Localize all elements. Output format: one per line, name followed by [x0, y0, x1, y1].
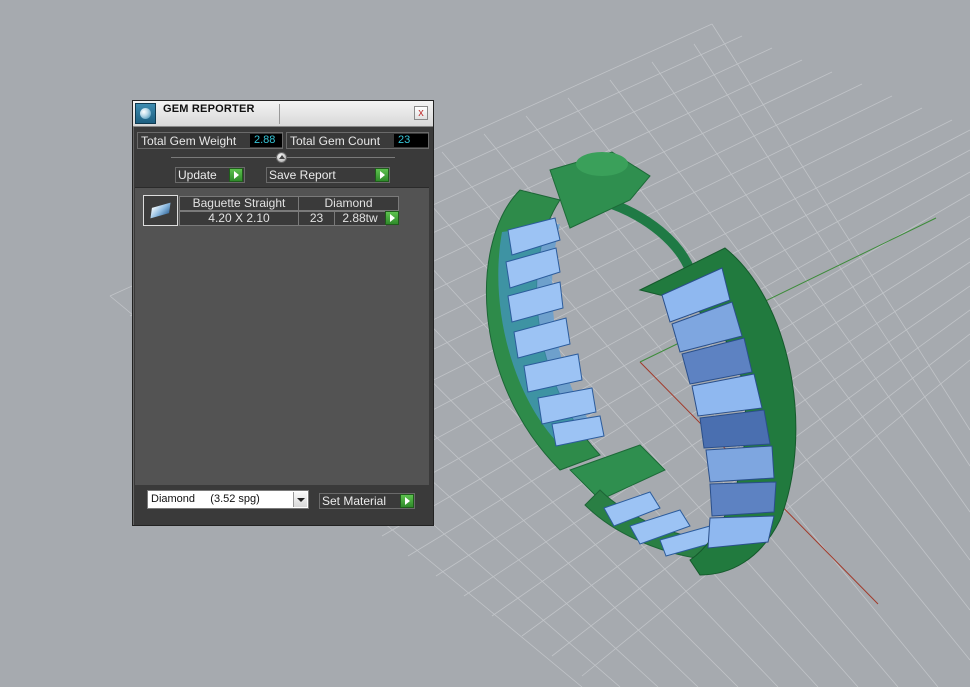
title-bar[interactable]: GEM REPORTER x: [133, 101, 433, 127]
gem-list: Baguette Straight Diamond 4.20 X 2.10 23…: [135, 187, 429, 485]
title-divider: [279, 104, 280, 124]
close-icon[interactable]: x: [414, 106, 428, 120]
material-select[interactable]: Diamond (3.52 spg): [147, 490, 309, 509]
splitter-knob-icon[interactable]: [276, 152, 287, 163]
update-button[interactable]: Update: [175, 167, 245, 183]
total-gem-count-field: Total Gem Count 23: [286, 132, 429, 149]
gem-row-play-arrow-icon[interactable]: [385, 211, 399, 225]
gem-size-cell: 4.20 X 2.10: [179, 211, 299, 226]
gem-reporter-panel: GEM REPORTER x Total Gem Weight 2.88 Tot…: [132, 100, 434, 526]
gem-shape-cell: Baguette Straight: [179, 196, 299, 211]
material-select-value: Diamond (3.52 spg): [151, 493, 260, 505]
total-gem-count-label: Total Gem Count: [290, 134, 381, 148]
save-report-label: Save Report: [269, 168, 336, 182]
panel-title: GEM REPORTER: [163, 103, 255, 115]
gem-material-cell: Diamond: [298, 196, 399, 211]
gem-count-cell: 23: [298, 211, 335, 226]
total-gem-weight-label: Total Gem Weight: [141, 134, 237, 148]
save-report-button[interactable]: Save Report: [266, 167, 390, 183]
total-gem-weight-field: Total Gem Weight 2.88: [137, 132, 283, 149]
set-material-label: Set Material: [322, 494, 387, 508]
set-material-play-arrow-icon[interactable]: [400, 494, 414, 508]
update-label: Update: [178, 168, 217, 182]
gem-weight-cell: 2.88tw: [334, 211, 386, 226]
update-play-arrow-icon[interactable]: [229, 168, 243, 182]
save-report-play-arrow-icon[interactable]: [375, 168, 389, 182]
total-gem-weight-value: 2.88: [250, 134, 282, 147]
total-gem-count-value: 23: [394, 134, 428, 147]
dropdown-arrow-icon[interactable]: [293, 492, 307, 507]
material-bar: Diamond (3.52 spg) Set Material: [135, 485, 429, 521]
set-material-button[interactable]: Set Material: [319, 493, 415, 509]
gem-reporter-icon: [135, 103, 156, 124]
gem-thumbnail-icon[interactable]: [143, 195, 178, 226]
